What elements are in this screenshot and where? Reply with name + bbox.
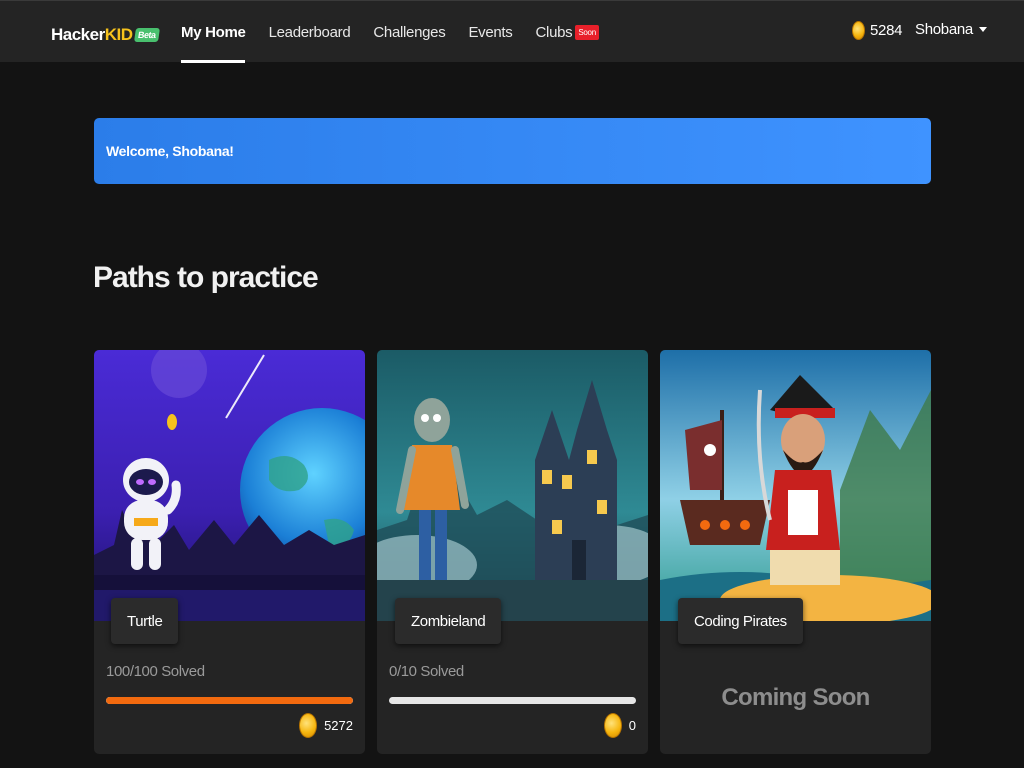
path-tag-zombieland[interactable]: Zombieland: [395, 598, 502, 644]
coin-icon: [852, 21, 865, 40]
path-tag-coding-pirates[interactable]: Coding Pirates: [678, 598, 803, 644]
welcome-text: Welcome, Shobana!: [106, 143, 234, 159]
path-card-coding-pirates[interactable]: Coding Pirates Coming Soon: [660, 350, 931, 754]
welcome-banner: Welcome, Shobana!: [94, 118, 931, 184]
progress-bar: [389, 697, 636, 704]
logo-hacker-text: Hacker: [51, 25, 105, 44]
path-title: Zombieland: [411, 612, 486, 630]
coin-icon: [299, 713, 318, 738]
coin-count: 5284: [870, 22, 903, 39]
top-navbar: Hacker KID Beta My Home Leaderboard Chall…: [0, 0, 1024, 63]
zombieland-illustration: [377, 350, 648, 621]
nav-my-home[interactable]: My Home: [172, 1, 255, 63]
solved-count: 100/100 Solved: [106, 663, 205, 680]
path-card-turtle[interactable]: Turtle 100/100 Solved 5272: [94, 350, 365, 754]
nav-clubs-label: Clubs: [535, 23, 573, 41]
progress-bar: [106, 697, 353, 704]
section-title: Paths to practice: [93, 261, 319, 294]
reward: 5272: [299, 713, 353, 738]
path-card-zombieland[interactable]: Zombieland 0/10 Solved 0: [377, 350, 648, 754]
turtle-space-illustration: [94, 350, 365, 621]
nav-challenges[interactable]: Challenges: [364, 1, 454, 63]
caret-down-icon: [978, 27, 987, 32]
hackerkid-logo[interactable]: Hacker KID Beta: [51, 23, 159, 47]
coin-icon: [603, 713, 622, 738]
main-nav: My Home Leaderboard Challenges Events Cl…: [172, 1, 613, 63]
coin-balance: 5284: [852, 21, 902, 40]
beta-badge: Beta: [133, 28, 159, 42]
nav-leaderboard[interactable]: Leaderboard: [260, 1, 360, 63]
reward: 0: [603, 713, 636, 738]
user-name: Shobana: [915, 21, 973, 38]
nav-challenges-label: Challenges: [373, 23, 446, 41]
path-title: Coding Pirates: [694, 612, 787, 630]
user-menu[interactable]: Shobana: [915, 21, 987, 38]
nav-events-label: Events: [468, 23, 513, 41]
solved-count: 0/10 Solved: [389, 663, 464, 680]
logo-kid-text: KID: [104, 25, 133, 44]
reward-coins: 5272: [324, 718, 353, 733]
nav-my-home-label: My Home: [181, 23, 246, 41]
soon-badge: Soon: [575, 24, 599, 40]
nav-leaderboard-label: Leaderboard: [268, 23, 351, 41]
nav-events[interactable]: Events: [459, 1, 521, 63]
progress-fill: [106, 697, 353, 704]
path-title: Turtle: [127, 612, 163, 630]
coding-pirates-illustration: [660, 350, 931, 621]
coming-soon-label: Coming Soon: [721, 684, 870, 711]
nav-clubs[interactable]: Clubs Soon: [527, 1, 608, 63]
reward-coins: 0: [628, 718, 636, 733]
path-tag-turtle[interactable]: Turtle: [111, 598, 179, 644]
